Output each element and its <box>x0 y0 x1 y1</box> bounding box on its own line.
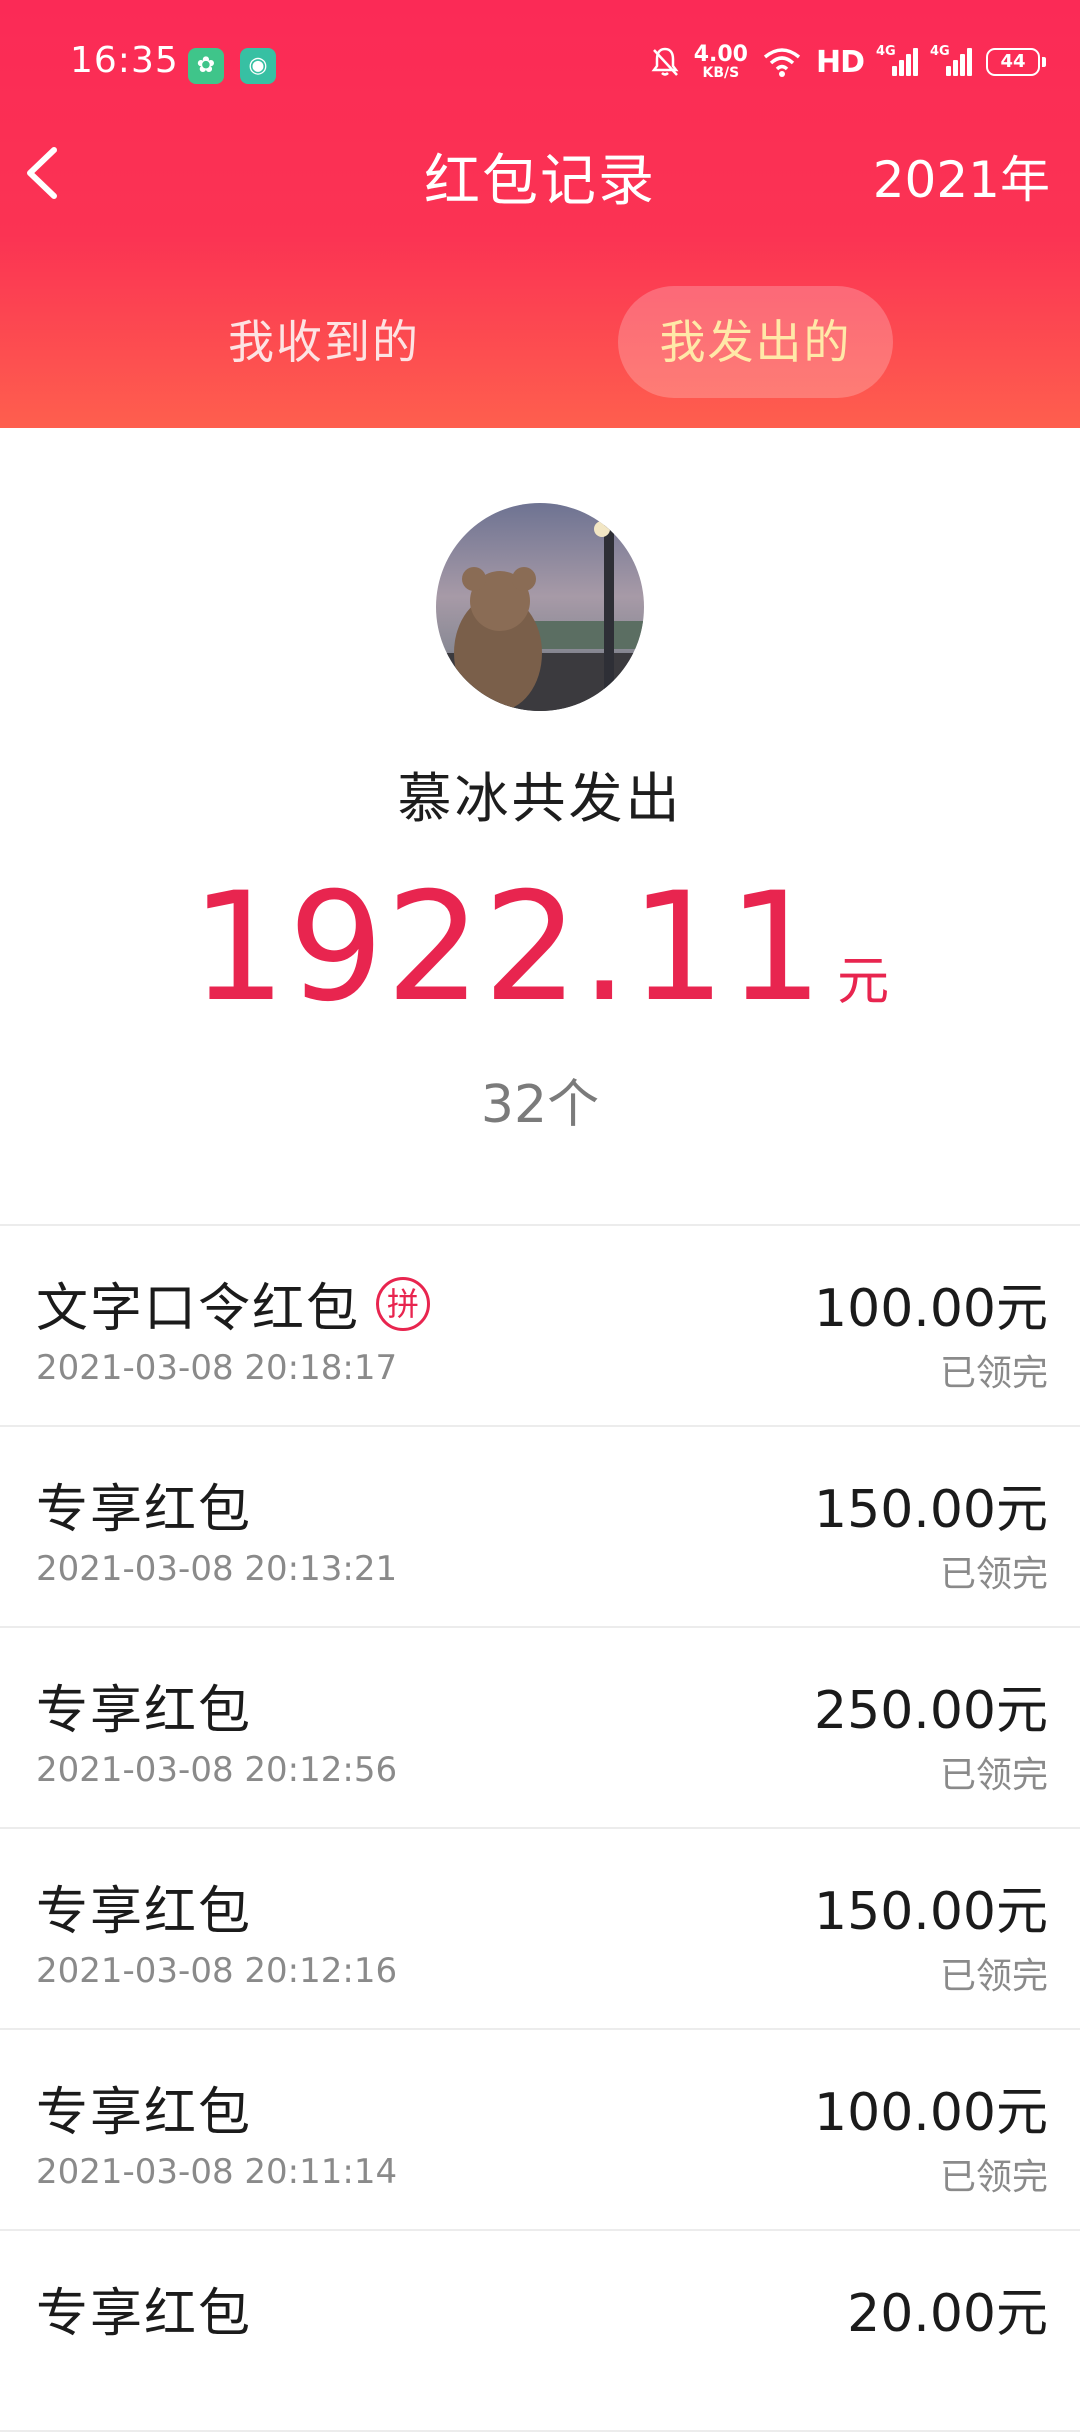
app-header: 16:35 ✿ ◉ 4.00 KB/S HD 4G 4G 44 红包记录 202… <box>0 0 1080 428</box>
list-item[interactable]: 专享红包 2021-03-08 20:11:14 100.00元 已领完 <box>0 2030 1080 2231</box>
record-type: 专享红包 <box>36 2070 252 2145</box>
record-type-label: 文字口令红包 <box>36 1279 361 1339</box>
sim1-signal-icon: 4G <box>876 44 918 76</box>
record-type-label: 专享红包 <box>36 1480 253 1540</box>
summary-section: 慕冰共发出 1922.11 元 32个 <box>0 428 1080 1224</box>
record-amount: 20.00元 <box>847 2284 1048 2344</box>
battery-icon: 44 <box>986 48 1046 76</box>
record-status: 已领完 <box>939 2157 1048 2198</box>
record-time: 2021-03-08 20:12:56 <box>36 1750 398 1790</box>
total-count: 32个 <box>480 1075 600 1135</box>
record-amount: 150.00元 <box>814 1480 1048 1540</box>
record-status: 已领完 <box>939 1554 1048 1595</box>
record-time: 2021-03-08 20:18:17 <box>36 1348 398 1388</box>
record-type-label: 专享红包 <box>36 2083 253 2143</box>
record-type: 专享红包 <box>36 2271 252 2346</box>
record-amount: 100.00元 <box>814 2083 1048 2143</box>
record-amount: 100.00元 <box>814 1279 1048 1339</box>
record-time: 2021-03-08 20:11:14 <box>36 2152 398 2192</box>
status-indicators: 4.00 KB/S HD 4G 4G 44 <box>650 42 1046 82</box>
status-bar: 16:35 ✿ ◉ 4.00 KB/S HD 4G 4G 44 <box>0 0 1080 130</box>
network-speed: 4.00 KB/S <box>693 42 748 81</box>
list-item[interactable]: 专享红包 2021-03-08 20:12:56 250.00元 已领完 <box>0 1628 1080 1829</box>
tab-sent[interactable]: 我发出的 <box>618 286 893 398</box>
chat-notification-icon: ◉ <box>240 48 276 84</box>
record-type: 专享红包 <box>36 1668 252 1743</box>
record-amount: 250.00元 <box>814 1681 1048 1741</box>
total-amount-row: 1922.11 元 <box>0 868 1080 1028</box>
record-type-label: 专享红包 <box>36 1681 253 1741</box>
record-type: 文字口令红包 拼 <box>36 1266 431 1341</box>
record-status: 已领完 <box>939 1353 1048 1394</box>
network-speed-unit: KB/S <box>702 65 740 81</box>
record-status: 已领完 <box>939 1755 1048 1796</box>
record-list: 文字口令红包 拼 2021-03-08 20:18:17 100.00元 已领完… <box>0 1224 1080 2432</box>
record-time: 2021-03-08 20:13:21 <box>36 1549 398 1589</box>
avatar-image <box>436 503 644 711</box>
sim2-signal-icon: 4G <box>930 44 972 76</box>
list-item[interactable]: 专享红包 2021-03-08 20:13:21 150.00元 已领完 <box>0 1427 1080 1628</box>
tab-received[interactable]: 我收到的 <box>174 286 474 398</box>
list-item[interactable]: 专享红包 2021-03-08 20:12:16 150.00元 已领完 <box>0 1829 1080 2030</box>
avatar <box>436 503 644 711</box>
record-type: 专享红包 <box>36 1467 252 1542</box>
record-type: 专享红包 <box>36 1869 252 1944</box>
record-type-label: 专享红包 <box>36 1882 253 1942</box>
group-badge: 拼 <box>376 1276 431 1331</box>
list-item[interactable]: 专享红包 20.00元 <box>0 2231 1080 2432</box>
record-type-label: 专享红包 <box>36 2284 253 2344</box>
record-amount: 150.00元 <box>814 1882 1048 1942</box>
record-status: 已领完 <box>939 1956 1048 1997</box>
sender-total-label: 慕冰共发出 <box>397 767 683 830</box>
app-notification-icon: ✿ <box>188 48 224 84</box>
bell-muted-icon <box>651 47 679 76</box>
wifi-icon <box>763 48 801 77</box>
record-time: 2021-03-08 20:12:16 <box>36 1951 398 1991</box>
list-item[interactable]: 文字口令红包 拼 2021-03-08 20:18:17 100.00元 已领完 <box>0 1226 1080 1427</box>
total-amount: 1922.11 <box>190 861 826 1035</box>
sim2-network-label: 4G <box>930 44 950 59</box>
hd-voice-label: HD <box>815 44 865 80</box>
sim1-network-label: 4G <box>876 44 896 59</box>
network-speed-value: 4.00 <box>693 42 748 67</box>
year-selector[interactable]: 2021年 <box>873 140 1050 212</box>
status-time: 16:35 <box>70 40 179 81</box>
total-amount-unit: 元 <box>837 952 890 1012</box>
